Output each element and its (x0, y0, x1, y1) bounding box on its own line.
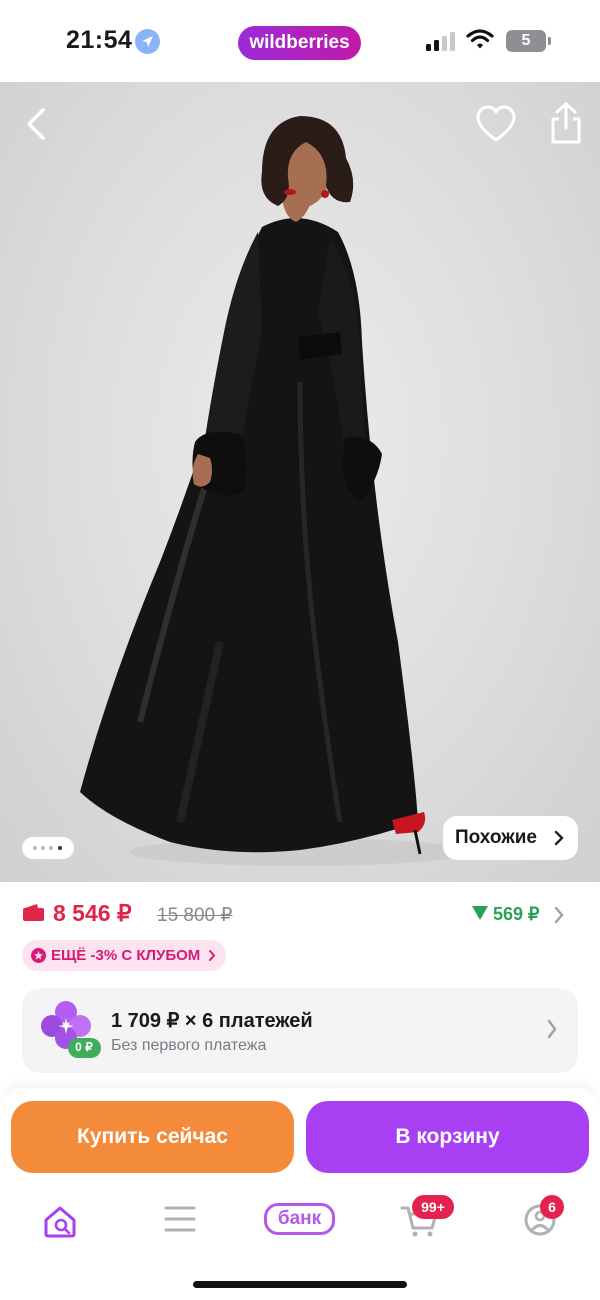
chevron-right-icon[interactable] (553, 905, 565, 925)
installment-card[interactable]: 0 ₽ 1 709 ₽ × 6 платежей Без первого пла… (22, 988, 578, 1073)
location-arrow-icon (135, 29, 160, 54)
profile-notification-badge: 6 (540, 1195, 564, 1219)
chevron-right-icon (547, 1019, 557, 1039)
pagination-dot (49, 846, 53, 850)
status-bar: 21:54 wildberries 5 (0, 0, 600, 82)
product-photo (80, 116, 470, 866)
add-to-cart-button[interactable]: В корзину (306, 1101, 589, 1173)
heart-icon[interactable] (474, 104, 518, 144)
cart-count-badge: 99+ (412, 1195, 454, 1219)
brand-logo: wildberries (238, 26, 361, 60)
cashback-amount[interactable]: 569 ₽ (493, 904, 540, 925)
price-current: 8 546 ₽ (53, 900, 132, 926)
installment-title: 1 709 ₽ × 6 платежей (111, 1010, 313, 1032)
pagination-dot (33, 846, 37, 850)
battery-level: 5 (521, 32, 531, 49)
product-image-gallery[interactable]: Похожие (0, 82, 600, 882)
installment-zero-badge: 0 ₽ (75, 1040, 93, 1054)
catalog-icon[interactable] (150, 1196, 210, 1244)
status-time: 21:54 (66, 26, 133, 54)
gallery-pagination (22, 837, 74, 859)
signal-icon (426, 32, 455, 51)
club-star-icon (31, 948, 46, 963)
battery-icon: 5 (506, 30, 546, 52)
pagination-dot-active (58, 846, 62, 850)
wallet-icon (23, 904, 44, 921)
arrow-down-icon (472, 906, 488, 920)
chevron-right-icon (209, 950, 216, 961)
similar-label: Похожие (455, 827, 537, 848)
share-icon[interactable] (544, 100, 588, 146)
home-search-icon[interactable] (30, 1196, 90, 1244)
wifi-icon (466, 29, 494, 49)
bank-tab[interactable]: банк (264, 1203, 335, 1235)
battery-tip (548, 37, 551, 45)
chevron-right-icon (554, 830, 564, 846)
installment-subtitle: Без первого платежа (111, 1037, 267, 1054)
home-indicator (193, 1281, 407, 1288)
back-arrow-icon[interactable] (18, 104, 58, 144)
pagination-dot (41, 846, 45, 850)
similar-button[interactable]: Похожие (443, 816, 578, 860)
club-offer-text: ЕЩЁ -3% С КЛУБОМ (51, 947, 201, 964)
buy-now-button[interactable]: Купить сейчас (11, 1101, 294, 1173)
club-discount-badge[interactable]: ЕЩЁ -3% С КЛУБОМ (22, 940, 226, 971)
price-old: 15 800 ₽ (157, 905, 233, 926)
